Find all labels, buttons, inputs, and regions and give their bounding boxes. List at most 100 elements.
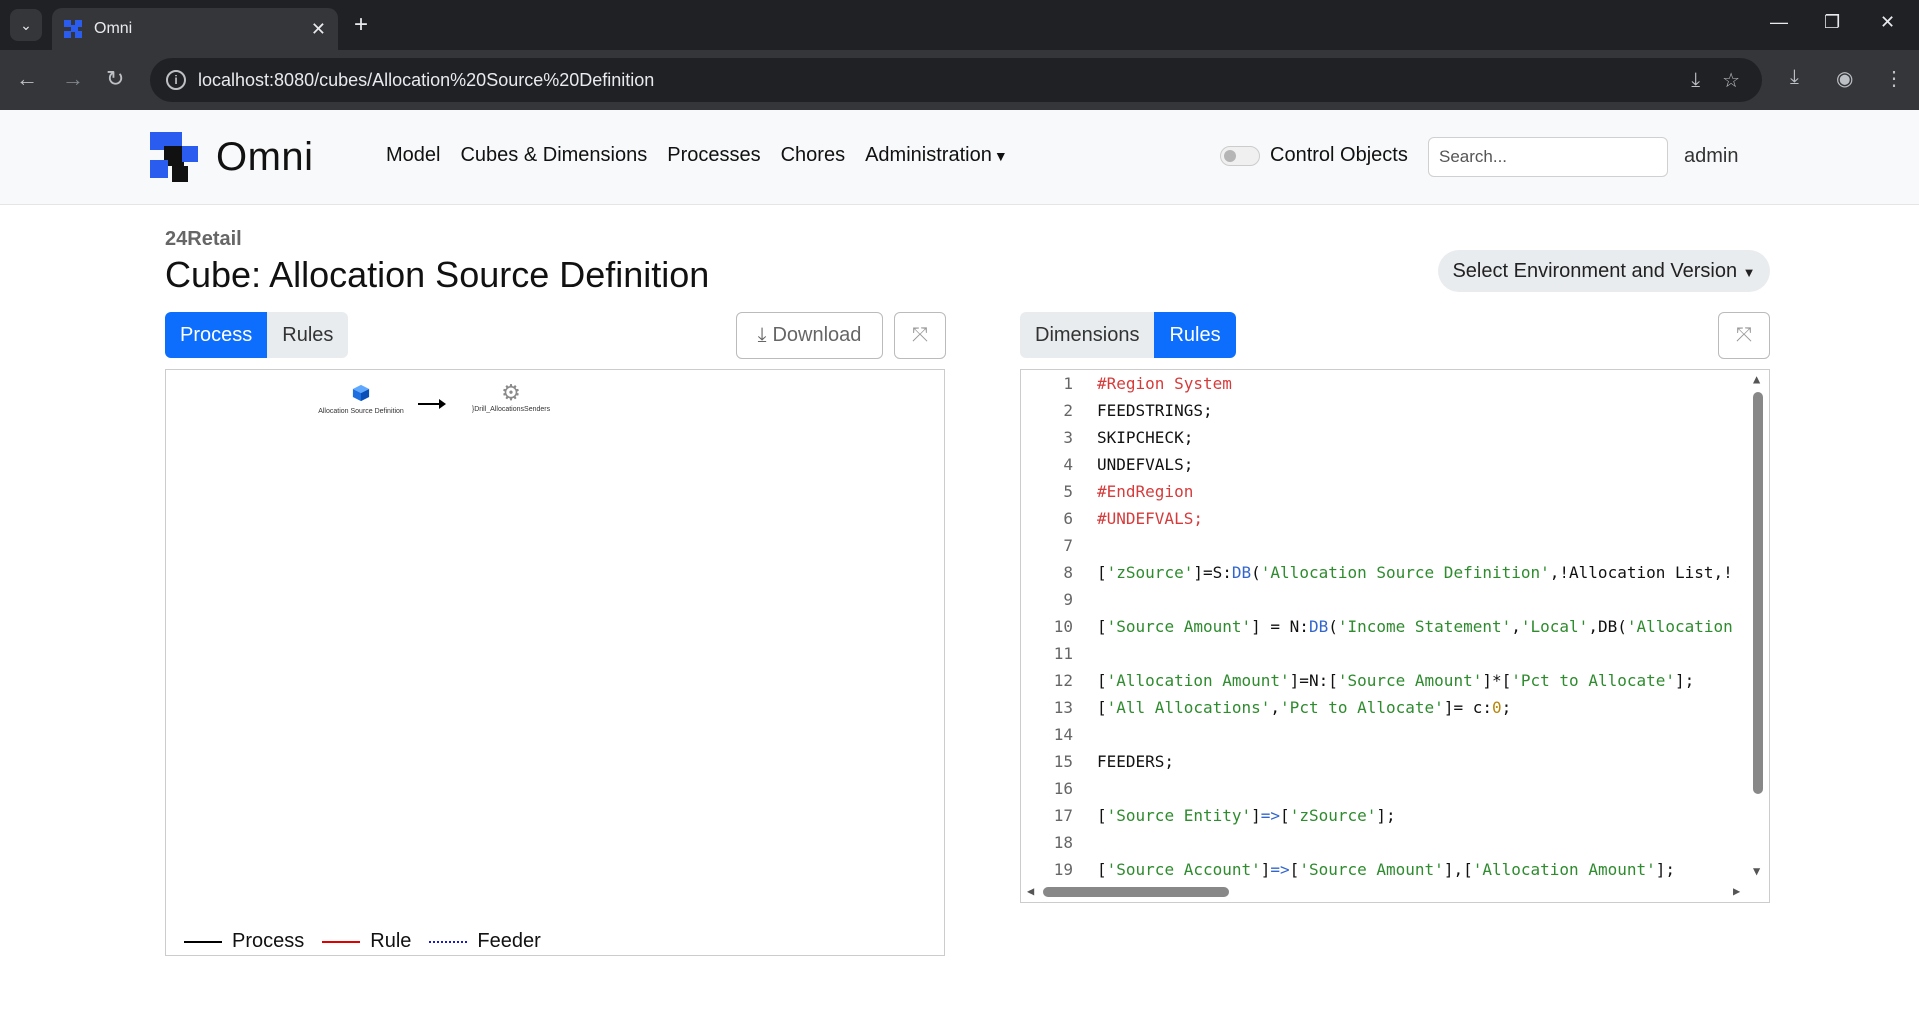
diagram-node-process[interactable]: ⚙ }Drill_AllocationsSenders xyxy=(436,380,586,414)
nav-link-model[interactable]: Model xyxy=(386,144,440,167)
line-number: 9 xyxy=(1063,590,1073,609)
vertical-scrollbar[interactable]: ▲ ▼ xyxy=(1749,370,1769,885)
horizontal-scrollbar[interactable]: ◀ ▶ xyxy=(1021,882,1751,902)
close-tab-icon[interactable]: ✕ xyxy=(311,19,326,40)
page-title: Cube: Allocation Source Definition xyxy=(165,254,710,295)
download-icon[interactable]: ⤓ xyxy=(1691,69,1700,92)
browser-tab-bar: ⌄ Omni ✕ + — ❐ ✕ xyxy=(0,0,1919,50)
tab-process[interactable]: Process xyxy=(165,312,268,358)
reload-icon[interactable]: ↻ xyxy=(106,66,124,92)
diagram-legend: Process Rule Feeder xyxy=(184,930,559,953)
bookmark-star-icon[interactable]: ☆ xyxy=(1722,68,1740,93)
code-text[interactable]: FEEDSTRINGS; xyxy=(1097,397,1213,424)
code-text[interactable]: ['zSource']=S:DB('Allocation Source Defi… xyxy=(1097,559,1733,586)
menu-kebab-icon[interactable]: ⋮ xyxy=(1884,66,1904,91)
user-menu[interactable]: admin xyxy=(1684,145,1738,168)
code-text[interactable]: ['Source Account']=>['Source Amount'],['… xyxy=(1097,856,1675,883)
line-number: 10 xyxy=(1053,617,1073,636)
browser-toolbar: ← → ↻ i localhost:8080/cubes/Allocation%… xyxy=(0,50,1919,110)
toggle-switch[interactable] xyxy=(1220,145,1260,166)
download-icon: ⤓ xyxy=(757,324,767,346)
line-number: 15 xyxy=(1053,752,1073,771)
horizontal-scroll-thumb[interactable] xyxy=(1043,887,1229,897)
code-text[interactable]: #UNDEFVALS; xyxy=(1097,505,1203,532)
nav-dropdown-administration[interactable]: Administration ▼ xyxy=(865,144,1008,167)
code-text[interactable]: ['All Allocations','Pct to Allocate']= c… xyxy=(1097,694,1511,721)
close-window-icon[interactable]: ✕ xyxy=(1880,12,1895,33)
process-diagram[interactable]: Allocation Source Definition ⚙ }Drill_Al… xyxy=(165,369,945,956)
minimize-icon[interactable]: — xyxy=(1770,12,1788,33)
line-number: 4 xyxy=(1063,455,1073,474)
line-number: 17 xyxy=(1053,806,1073,825)
administration-label: Administration xyxy=(865,144,992,166)
scroll-left-icon[interactable]: ◀ xyxy=(1027,884,1034,898)
code-text[interactable]: #EndRegion xyxy=(1097,478,1193,505)
scroll-up-icon[interactable]: ▲ xyxy=(1753,372,1760,386)
vertical-scroll-thumb[interactable] xyxy=(1753,392,1763,794)
fullscreen-icon: ⤧ xyxy=(912,324,928,346)
legend-process-label: Process xyxy=(232,930,305,952)
app-navbar: Omni Model Cubes & Dimensions Processes … xyxy=(0,110,1919,205)
code-text[interactable]: #Region System xyxy=(1097,370,1232,397)
new-tab-icon[interactable]: + xyxy=(354,12,368,38)
tab-rules-right[interactable]: Rules xyxy=(1154,312,1236,358)
control-objects-label: Control Objects xyxy=(1270,144,1408,166)
select-environment-label: Select Environment and Version xyxy=(1452,259,1738,282)
downloads-icon[interactable]: ⤓ xyxy=(1790,66,1799,89)
caret-down-icon: ▼ xyxy=(1742,264,1756,280)
line-number: 6 xyxy=(1063,509,1073,528)
browser-tab[interactable]: Omni ✕ xyxy=(52,8,338,50)
line-number: 12 xyxy=(1053,671,1073,690)
line-number: 16 xyxy=(1053,779,1073,798)
site-info-icon[interactable]: i xyxy=(166,70,186,90)
gear-icon: ⚙ xyxy=(501,380,521,405)
node-label: Allocation Source Definition xyxy=(318,408,404,415)
search-input[interactable] xyxy=(1428,137,1668,177)
code-text[interactable]: ['Source Amount'] = N:DB('Income Stateme… xyxy=(1097,613,1733,640)
code-text[interactable]: FEEDERS; xyxy=(1097,748,1174,775)
tab-dimensions[interactable]: Dimensions xyxy=(1020,312,1155,358)
back-icon[interactable]: ← xyxy=(16,66,38,92)
legend-rule: Rule xyxy=(322,930,411,953)
main-nav: Model Cubes & Dimensions Processes Chore… xyxy=(386,144,1008,167)
line-number: 8 xyxy=(1063,563,1073,582)
line-number: 3 xyxy=(1063,428,1073,447)
line-number: 5 xyxy=(1063,482,1073,501)
line-number: 2 xyxy=(1063,401,1073,420)
forward-icon[interactable]: → xyxy=(62,66,84,92)
download-label: Download xyxy=(772,324,862,346)
line-number: 14 xyxy=(1053,725,1073,744)
scroll-right-icon[interactable]: ▶ xyxy=(1733,884,1740,898)
brand-logo[interactable]: Omni xyxy=(150,132,314,182)
tab-rules-left[interactable]: Rules xyxy=(267,312,349,358)
code-text[interactable]: ['Source Entity']=>['zSource']; xyxy=(1097,802,1396,829)
node-label: }Drill_AllocationsSenders xyxy=(471,406,551,413)
nav-link-chores[interactable]: Chores xyxy=(781,144,845,167)
fullscreen-icon: ⤧ xyxy=(1736,324,1752,346)
nav-link-processes[interactable]: Processes xyxy=(667,144,760,167)
profile-icon[interactable]: ◉ xyxy=(1836,66,1853,91)
right-tab-group: Dimensions Rules xyxy=(1020,312,1236,358)
legend-feeder: Feeder xyxy=(429,930,541,953)
code-text[interactable]: UNDEFVALS; xyxy=(1097,451,1193,478)
download-button[interactable]: ⤓ Download xyxy=(736,312,883,359)
caret-down-icon: ▼ xyxy=(993,148,1008,164)
code-text[interactable]: ['Allocation Amount']=N:['Source Amount'… xyxy=(1097,667,1694,694)
diagram-node-cube[interactable]: Allocation Source Definition xyxy=(286,384,436,415)
cube-icon xyxy=(352,384,370,402)
legend-feeder-label: Feeder xyxy=(477,930,541,952)
rules-code-editor[interactable]: 1 #Region System 2 FEEDSTRINGS; 3 SKIPCHECK; 4… xyxy=(1020,369,1770,903)
control-objects-toggle[interactable]: Control Objects xyxy=(1220,144,1408,167)
select-environment-button[interactable]: Select Environment and Version ▼ xyxy=(1438,250,1770,292)
tab-search-button[interactable]: ⌄ xyxy=(10,9,42,41)
expand-editor-button[interactable]: ⤧ xyxy=(1718,312,1770,359)
nav-link-cubes-dimensions[interactable]: Cubes & Dimensions xyxy=(460,144,647,167)
line-number: 7 xyxy=(1063,536,1073,555)
address-bar[interactable]: i localhost:8080/cubes/Allocation%20Sour… xyxy=(150,58,1762,102)
restore-icon[interactable]: ❐ xyxy=(1824,12,1840,33)
legend-process: Process xyxy=(184,930,304,953)
expand-diagram-button[interactable]: ⤧ xyxy=(894,312,946,359)
scroll-down-icon[interactable]: ▼ xyxy=(1753,864,1760,878)
code-text[interactable]: SKIPCHECK; xyxy=(1097,424,1193,451)
url-text[interactable]: localhost:8080/cubes/Allocation%20Source… xyxy=(198,70,1691,91)
